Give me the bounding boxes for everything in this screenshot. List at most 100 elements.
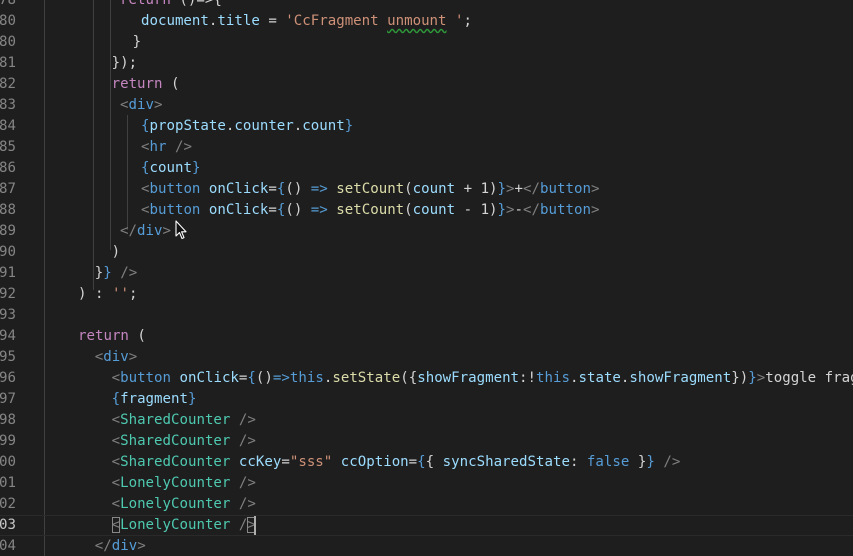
code-line[interactable]: 02 <LonelyCounter /> (0, 494, 853, 515)
code-token: }); (111, 55, 138, 71)
code-line[interactable]: 86 {count} (0, 158, 853, 179)
code-token: + (514, 181, 524, 197)
code-token: = (408, 454, 418, 470)
code-text: {propState.counter.count} (141, 116, 353, 137)
code-text: <button onClick={() => setCount(count - … (141, 200, 599, 221)
code-line[interactable]: 97 {fragment} (0, 389, 853, 410)
code-token: state (578, 370, 621, 386)
code-token: this (289, 370, 324, 386)
code-token: /> (238, 433, 256, 449)
line-number: 95 (0, 347, 16, 368)
code-token: { (247, 370, 256, 386)
code-token: } (646, 454, 655, 470)
code-line[interactable]: 96 <button onClick={()=>this.setState({sh… (0, 368, 853, 389)
line-number-text: 81 (0, 55, 16, 71)
code-line[interactable]: 87 <button onClick={() => setCount(count … (0, 179, 853, 200)
code-token: } (629, 454, 647, 470)
code-line[interactable]: 80 document.title = 'CcFragment unmount '… (0, 11, 853, 32)
code-editor[interactable]: 78 return ()=>{ 80 document.title = 'CcFrag… (0, 0, 853, 556)
code-line[interactable]: 80} (0, 32, 853, 53)
code-token: hr (149, 139, 167, 155)
code-token: > (506, 202, 515, 218)
code-token: = (259, 13, 286, 29)
code-line[interactable]: 78 return ()=>{ (0, 0, 853, 11)
line-number: 02 (0, 494, 16, 515)
line-number-text: 80 (0, 13, 16, 29)
code-line[interactable]: 88 <button onClick={() => setCount(count … (0, 200, 853, 221)
code-token: ({ (400, 370, 418, 386)
code-token: < (141, 202, 150, 218)
code-token: } (344, 118, 354, 134)
code-token: "sss" (289, 454, 333, 470)
code-text: }} /> (95, 263, 137, 284)
code-line[interactable]: 03 <LonelyCounter /> (0, 515, 853, 536)
code-area[interactable]: 78 return ()=>{ 80 document.title = 'CcFrag… (0, 0, 853, 556)
code-token: count (412, 181, 456, 197)
code-token: ; (463, 13, 473, 29)
code-line[interactable]: 90) (0, 242, 853, 263)
code-token: ' (446, 13, 464, 29)
line-number-text: 90 (0, 244, 16, 260)
code-token: } (187, 391, 197, 407)
code-line[interactable]: 98 <SharedCounter /> (0, 410, 853, 431)
line-number: 03 (0, 515, 16, 536)
code-token: : (569, 454, 587, 470)
code-text: <hr /> (141, 137, 192, 158)
line-number-text: 84 (0, 118, 16, 134)
code-token: { (111, 391, 121, 407)
code-token: /> (663, 454, 681, 470)
code-token: . (293, 118, 303, 134)
code-line[interactable]: 99 <SharedCounter /> (0, 431, 853, 452)
code-line[interactable]: 82 return ( (0, 74, 853, 95)
line-number-text: 01 (0, 475, 16, 491)
code-token: - 1) (455, 202, 498, 218)
code-token: > (128, 349, 138, 365)
line-number-text: 96 (0, 370, 16, 386)
code-line[interactable]: 83 <div> (0, 95, 853, 116)
line-number: 97 (0, 389, 16, 410)
code-token: :! (519, 370, 537, 386)
code-token: } (103, 265, 112, 281)
line-number-text: 02 (0, 496, 16, 512)
code-line[interactable]: 04 </div> (0, 536, 853, 556)
code-token: < (141, 139, 150, 155)
code-text: document.title = 'CcFragment unmount '; (141, 11, 472, 32)
code-line[interactable]: 92) : ''; (0, 284, 853, 305)
mouse-pointer-icon (175, 220, 187, 240)
code-line[interactable]: 01 <LonelyCounter /> (0, 473, 853, 494)
code-line[interactable]: 93 (0, 305, 853, 326)
code-token: /> (238, 496, 256, 512)
code-token: SharedCounter (120, 412, 231, 428)
code-line[interactable]: 89 </div> (0, 221, 853, 242)
code-line[interactable]: 85 <hr /> (0, 137, 853, 158)
code-token: - (514, 202, 524, 218)
code-line[interactable]: 94 return ( (0, 326, 853, 347)
code-text: <button onClick={() => setCount(count + … (141, 179, 599, 200)
line-number-text: 00 (0, 454, 16, 470)
code-text: <SharedCounter /> (112, 431, 256, 452)
code-token: </ (120, 223, 137, 239)
code-line[interactable]: 00 <SharedCounter ccKey="sss" ccOption={{… (0, 452, 853, 473)
code-token: return (120, 0, 171, 8)
code-token: ( (128, 328, 146, 344)
code-text: <div> (95, 347, 137, 368)
code-line[interactable]: 84 {propState.counter.count} (0, 116, 853, 137)
code-token: ccKey (238, 454, 282, 470)
code-token: > (137, 538, 146, 554)
code-token: > (506, 181, 515, 197)
code-token: ()=>{ (170, 0, 222, 8)
code-token: > (162, 223, 171, 239)
code-line[interactable]: 81}); (0, 53, 853, 74)
code-token: < (111, 412, 121, 428)
code-token: } (132, 34, 142, 50)
code-line[interactable]: 91}} /> (0, 263, 853, 284)
code-token: } (497, 181, 507, 197)
code-line[interactable]: 95 <div> (0, 347, 853, 368)
line-number: 90 (0, 242, 16, 263)
code-token: /> (120, 265, 138, 281)
code-token: { (417, 454, 426, 470)
